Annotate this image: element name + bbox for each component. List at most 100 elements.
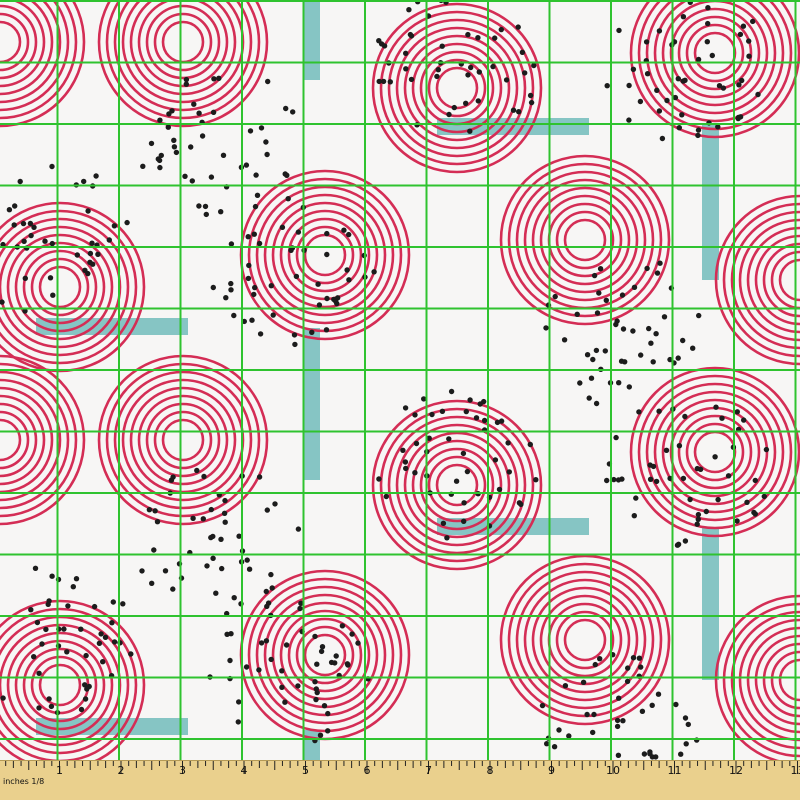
dot: [183, 81, 189, 87]
dot: [383, 493, 389, 500]
dot: [439, 408, 446, 414]
dot: [36, 670, 42, 676]
dot: [673, 701, 679, 708]
dot: [448, 388, 455, 395]
dot: [653, 478, 660, 485]
dot: [17, 178, 23, 185]
dot: [96, 640, 103, 646]
dot: [591, 711, 597, 718]
dot: [244, 557, 250, 563]
dot: [741, 417, 747, 423]
dot: [752, 511, 758, 517]
dot: [761, 493, 767, 500]
dot: [588, 375, 595, 381]
dot: [110, 599, 117, 605]
dot: [543, 325, 549, 331]
dot: [763, 446, 770, 453]
ruler-number: 3: [179, 764, 186, 777]
dot: [317, 732, 324, 738]
dot: [460, 450, 467, 457]
dot: [228, 241, 235, 247]
dot: [690, 345, 696, 351]
dot: [45, 601, 51, 607]
dot: [64, 649, 70, 655]
dot: [518, 501, 524, 508]
dot: [263, 638, 270, 644]
dot: [210, 555, 216, 561]
dot: [616, 27, 622, 34]
dot: [89, 240, 95, 246]
dot: [725, 473, 732, 479]
dot: [703, 508, 709, 515]
dot: [32, 565, 39, 571]
dot: [295, 526, 302, 532]
dot: [465, 31, 471, 38]
dot: [194, 467, 200, 474]
dot: [243, 664, 250, 670]
dot: [344, 267, 350, 273]
dot: [406, 7, 412, 13]
dot: [461, 500, 467, 506]
dot: [496, 486, 503, 493]
dot: [412, 412, 418, 418]
dot: [647, 476, 654, 482]
dot: [403, 50, 409, 56]
dot: [655, 691, 662, 697]
dot: [630, 66, 637, 73]
dot: [740, 23, 747, 29]
dot: [630, 655, 637, 661]
dot: [631, 513, 637, 519]
dot: [189, 178, 195, 184]
dot: [704, 39, 710, 45]
dot: [256, 667, 262, 673]
dot: [709, 52, 715, 59]
dot: [61, 626, 67, 632]
dot: [243, 162, 250, 168]
fabric-swatch-view: inches 1/8 12345678910111213: [0, 0, 800, 800]
ruler-number: 13: [791, 764, 800, 777]
dot: [292, 341, 298, 348]
dot: [156, 157, 163, 164]
dot: [446, 111, 452, 118]
dot: [12, 203, 18, 209]
dot: [412, 470, 418, 476]
dot: [315, 281, 321, 287]
dot: [475, 35, 481, 41]
dot: [341, 227, 347, 233]
dot: [683, 741, 689, 747]
dot: [746, 53, 752, 59]
dot: [734, 409, 740, 415]
dot: [258, 640, 265, 646]
dot: [236, 699, 242, 705]
dot: [468, 64, 474, 71]
dot: [590, 356, 596, 363]
dot: [98, 631, 104, 637]
dot: [222, 519, 228, 525]
dot: [680, 337, 686, 344]
dot: [625, 665, 631, 671]
fabric-pattern: [0, 0, 800, 768]
dot: [400, 447, 406, 453]
dot: [321, 703, 328, 709]
ruler-number: 4: [241, 764, 248, 777]
dot: [84, 686, 90, 692]
dot: [624, 678, 631, 685]
dot: [111, 223, 118, 229]
dot: [82, 267, 88, 273]
dot: [318, 648, 325, 655]
dot: [434, 73, 440, 80]
dot: [672, 94, 679, 101]
dot: [245, 234, 251, 240]
dot: [626, 82, 632, 89]
dot: [584, 711, 590, 718]
dot: [613, 434, 619, 441]
dot: [604, 83, 610, 89]
dot: [208, 174, 215, 180]
dot: [649, 702, 655, 708]
dot: [78, 706, 85, 713]
dot: [221, 510, 228, 516]
dot: [74, 252, 81, 258]
dot: [376, 78, 382, 85]
dot: [325, 710, 331, 717]
dot: [653, 331, 659, 337]
